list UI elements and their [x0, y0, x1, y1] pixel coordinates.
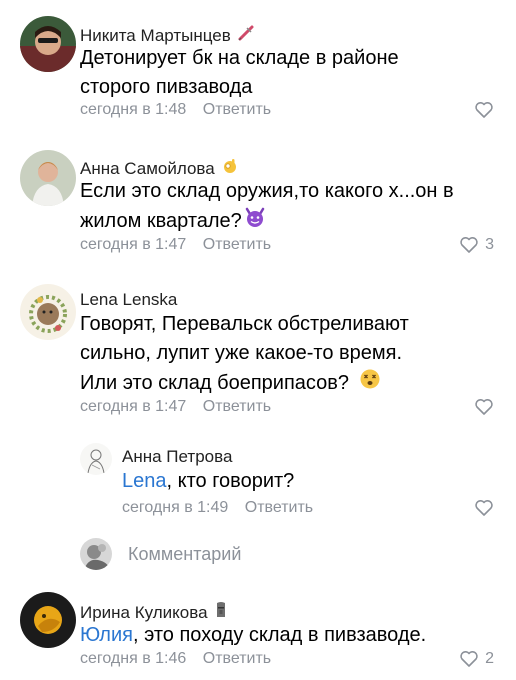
like-button[interactable]: 2	[459, 650, 494, 668]
like-count: 3	[485, 236, 494, 253]
reply-button[interactable]: Ответить	[203, 236, 271, 253]
comment-author[interactable]: Анна Петрова	[122, 447, 232, 467]
like-button[interactable]	[474, 101, 494, 119]
author-name[interactable]: Анна Самойлова	[80, 159, 215, 179]
comment-time: сегодня в 1:49	[122, 499, 229, 516]
dizzy-face-icon	[359, 368, 381, 399]
mention-link[interactable]: Lena	[122, 470, 167, 492]
author-name[interactable]: Никита Мартынцев	[80, 26, 231, 46]
mention-link[interactable]: Юлия	[80, 624, 133, 646]
author-name[interactable]: Lena Lenska	[80, 290, 177, 310]
comment-text-line: Или это склад боеприпасов?	[80, 371, 350, 394]
reply-button[interactable]: Ответить	[203, 101, 271, 118]
comment-compose[interactable]: Комментарий	[80, 538, 241, 570]
heart-icon	[459, 236, 479, 254]
comment-text-line: жилом квартале?	[80, 209, 242, 232]
avatar	[80, 538, 112, 570]
author-name[interactable]: Анна Петрова	[122, 447, 232, 467]
avatar[interactable]	[20, 16, 76, 72]
comment-text: Если это склад оружия,то какого х...он в…	[80, 177, 480, 237]
comment-time: сегодня в 1:48	[80, 101, 187, 118]
comment-meta: сегодня в 1:46 Ответить	[80, 650, 271, 668]
like-button[interactable]: 3	[459, 236, 494, 254]
comment-text-line: Детонирует бк на складе в районе	[80, 47, 399, 69]
comment-text: Lena, кто говорит?	[122, 467, 516, 496]
reply-button[interactable]: Ответить	[245, 499, 313, 516]
heart-icon	[459, 650, 479, 668]
comment-text-line: , это походу склад в пивзаводе.	[132, 624, 427, 646]
like-count: 2	[485, 650, 494, 667]
avatar[interactable]	[20, 150, 76, 206]
avatar[interactable]	[20, 592, 76, 648]
comment-text-line: сильно, лупит уже какое-то время.	[80, 342, 403, 364]
heart-icon	[474, 101, 494, 119]
like-button[interactable]	[474, 499, 494, 517]
comment-meta: сегодня в 1:49 Ответить	[122, 499, 313, 517]
avatar[interactable]	[80, 443, 112, 475]
comment-time: сегодня в 1:47	[80, 398, 187, 415]
heart-icon	[474, 398, 494, 416]
comment-meta: сегодня в 1:47 Ответить	[80, 236, 271, 254]
comment-text: Детонирует бк на складе в районе сторого…	[80, 44, 480, 102]
comment-meta: сегодня в 1:47 Ответить	[80, 398, 271, 416]
like-button[interactable]	[474, 398, 494, 416]
comment-author[interactable]: Lena Lenska	[80, 290, 177, 310]
comment-text: Говорят, Перевальск обстреливают сильно,…	[80, 310, 480, 399]
comment-time: сегодня в 1:46	[80, 650, 187, 667]
comment-text-line: , кто говорит?	[166, 470, 295, 492]
author-name[interactable]: Ирина Куликова	[80, 603, 208, 623]
heart-icon	[474, 499, 494, 517]
comment-time: сегодня в 1:47	[80, 236, 187, 253]
comment-input[interactable]: Комментарий	[128, 544, 241, 565]
comment-text-line: Если это склад оружия,то какого х...он в	[80, 180, 454, 202]
comment-text-line: сторого пивзавода	[80, 76, 253, 98]
avatar[interactable]	[20, 284, 76, 340]
comment-meta: сегодня в 1:48 Ответить	[80, 101, 271, 119]
devil-face-icon	[244, 206, 266, 237]
comment-text-line: Говорят, Перевальск обстреливают	[80, 313, 409, 335]
comment-text: Юлия, это походу склад в пивзаводе.	[80, 621, 480, 650]
reply-button[interactable]: Ответить	[203, 398, 271, 415]
reply-button[interactable]: Ответить	[203, 650, 271, 667]
